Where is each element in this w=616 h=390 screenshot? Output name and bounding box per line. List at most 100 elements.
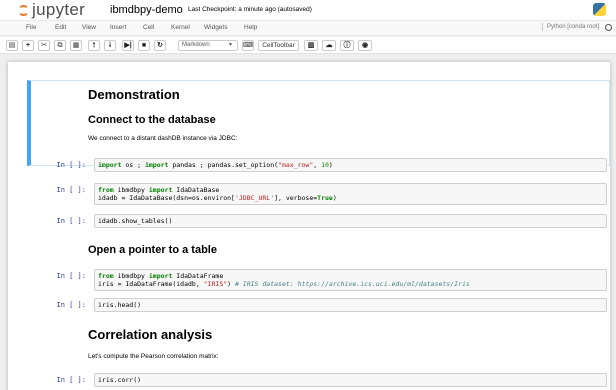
code-token: import [148,186,173,194]
info-button[interactable]: ⓘ [340,40,354,51]
menu-cell[interactable]: Cell [143,24,154,31]
code-token: import [148,272,173,280]
heading-correlation: Correlation analysis [88,327,213,342]
code-cell-6[interactable]: iris.corr() [94,373,607,387]
code-token: from [98,272,114,280]
plus-icon: + [25,41,31,49]
arrow-down-icon: 🠓 [108,41,112,49]
copy-button[interactable]: ⧉ [54,40,66,51]
code-token: , [313,161,322,169]
chart-icon: ▥ [307,41,315,49]
correlation-description: Let's compute the Pearson correlation ma… [88,353,219,360]
heading-pointer: Open a pointer to a table [88,244,217,256]
notebook-container: Demonstration Connect to the database We… [8,62,610,390]
header: jupyter ibmdbpy-demo Last Checkpoint: a … [0,0,616,20]
input-prompt: In [ ]: [56,272,86,280]
move-down-button[interactable]: 🠓 [104,40,116,51]
step-forward-icon: ▶| [124,41,132,49]
copy-icon: ⧉ [57,41,63,49]
restart-button[interactable]: ↻ [154,40,166,51]
code-token: ], verbose= [274,194,318,202]
cell-type-value: Markdown [182,42,210,48]
code-cell-4[interactable]: from ibmdbpy import IdaDataFrame iris = … [94,269,607,291]
arrow-up-icon: 🠑 [92,41,96,49]
run-button[interactable]: ▶| [122,40,134,51]
code-token: True [317,194,333,202]
chevron-down-icon: ▼ [228,42,233,48]
save-icon: ▤ [8,41,16,49]
code-token: iris = IdaDataFrame(idadb, [98,280,204,288]
code-token: idadb = IdaDataBase(dsn=os.environ[ [98,194,235,202]
chart-button[interactable]: ▥ [304,40,318,51]
input-prompt: In [ ]: [56,217,86,225]
code-token: ) [332,194,337,202]
menu-file[interactable]: File [26,24,36,31]
code-token: IdaDataBase [172,186,220,194]
checkpoint-status: Last Checkpoint: a minute ago (autosaved… [188,6,312,13]
info-icon: ⓘ [343,41,351,49]
video-button[interactable]: ◉ [358,40,372,51]
code-token: 'JDBC_URL' [234,194,275,202]
paste-icon: ▦ [72,41,80,49]
menu-widgets[interactable]: Widgets [204,24,227,31]
menu-kernel[interactable]: Kernel [171,24,190,31]
notebook-name[interactable]: ibmdbpy-demo [110,4,183,16]
code-token: import [144,161,169,169]
stop-icon: ■ [141,41,147,49]
kernel-name: Python [conda root] [541,23,603,31]
move-up-button[interactable]: 🠑 [88,40,100,51]
code-token: 10 [321,161,329,169]
heading-connect: Connect to the database [88,114,216,126]
jupyter-logo-text: jupyter [32,0,86,19]
save-button[interactable]: ▤ [6,40,18,51]
jupyter-logo[interactable]: jupyter [18,0,86,19]
heading-demonstration: Demonstration [88,87,180,102]
insert-cell-button[interactable]: + [22,40,34,51]
code-token: ) [328,161,333,169]
code-token: os ; [121,161,145,169]
kernel-indicator: Python [conda root] [541,23,612,31]
cut-button[interactable]: ✂ [38,40,50,51]
python-logo-icon [593,3,606,16]
code-token: ibmdbpy [113,186,149,194]
cut-icon: ✂ [41,41,47,49]
connect-description: We connect to a distant dashDB instance … [88,135,238,142]
keyboard-icon: ⌨ [242,41,254,49]
interrupt-button[interactable]: ■ [138,40,150,51]
upload-button[interactable]: ☁ [322,40,336,51]
cell-type-select[interactable]: Markdown ▼ [178,40,238,51]
restart-icon: ↻ [157,41,163,49]
code-token: from [98,186,114,194]
code-token: IdaDataFrame [172,272,224,280]
menubar: File Edit View Insert Cell Kernel Widget… [0,20,616,36]
notebook-site: Demonstration Connect to the database We… [0,54,616,390]
code-cell-2[interactable]: from ibmdbpy import IdaDataBase idadb = … [94,183,607,205]
input-prompt: In [ ]: [56,301,86,309]
code-token: import [98,161,122,169]
code-token: pandas ; pandas.set_option( [168,161,279,169]
code-token: "IRIS" [203,280,228,288]
menu-edit[interactable]: Edit [55,24,66,31]
kernel-idle-icon [605,23,612,31]
command-palette-button[interactable]: ⌨ [242,40,254,51]
code-token: # IRIS dataset: https://archive.ics.uci.… [234,280,470,288]
upload-icon: ☁ [325,41,333,49]
jupyter-logo-icon [18,4,29,16]
input-prompt: In [ ]: [56,376,86,384]
input-prompt: In [ ]: [56,186,86,194]
input-prompt: In [ ]: [56,161,86,169]
code-token: ibmdbpy [113,272,149,280]
code-cell-1[interactable]: import os ; import pandas ; pandas.set_o… [94,158,607,172]
code-token: ) [227,280,235,288]
menu-insert[interactable]: Insert [110,24,126,31]
celltoolbar-button[interactable]: CellToolbar [258,40,299,51]
code-token: "max_row" [278,161,314,169]
menu-view[interactable]: View [82,24,96,31]
jupyter-notebook-window: jupyter ibmdbpy-demo Last Checkpoint: a … [0,0,616,390]
video-icon: ◉ [361,41,369,49]
code-cell-5[interactable]: iris.head() [94,298,607,312]
toolbar: ▤ + ✂ ⧉ ▦ 🠑 🠓 ▶| ■ ↻ Markdown ▼ ⌨ CellTo… [0,37,616,54]
menu-help[interactable]: Help [244,24,257,31]
code-cell-3[interactable]: idadb.show_tables() [94,214,607,228]
paste-button[interactable]: ▦ [70,40,82,51]
